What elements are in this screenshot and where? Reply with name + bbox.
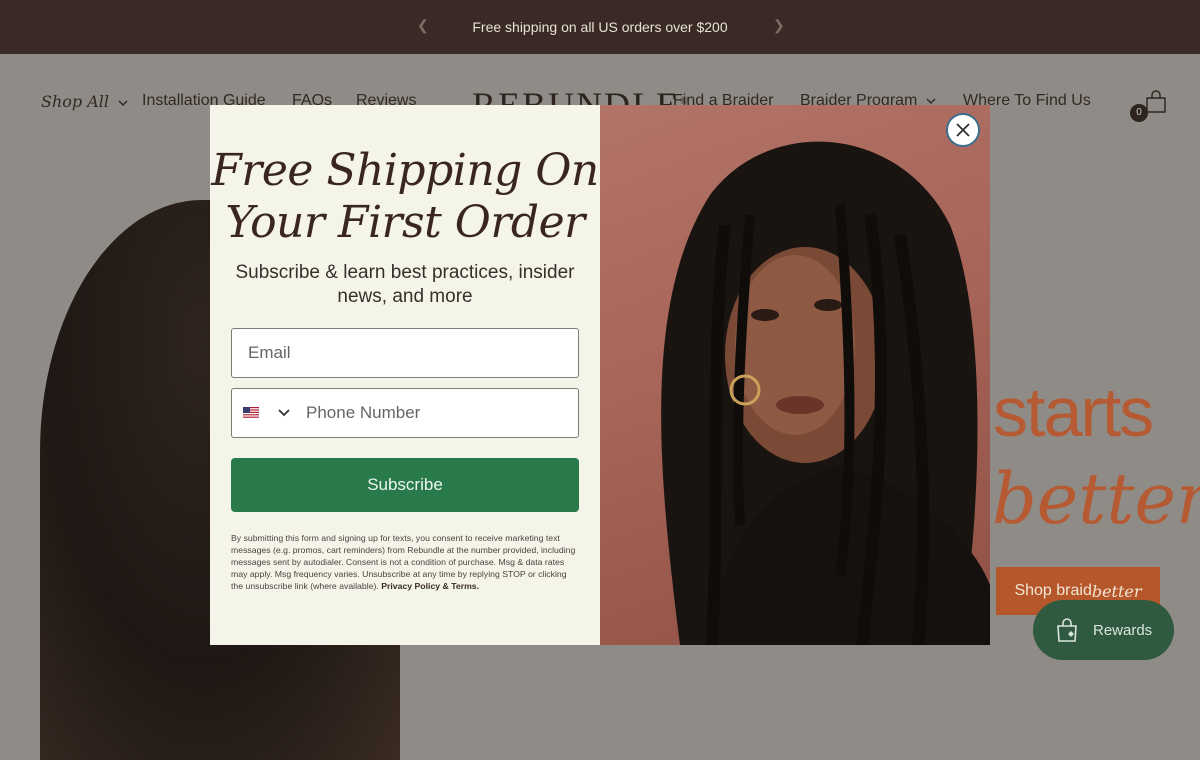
cta-suffix: better xyxy=(1091,581,1142,601)
phone-field xyxy=(231,388,580,438)
signup-modal: Free Shipping On Your First Order Subscr… xyxy=(210,105,990,645)
privacy-policy-link[interactable]: Privacy Policy & Terms. xyxy=(381,581,479,591)
subscribe-button[interactable]: Subscribe xyxy=(231,458,579,512)
legal-disclaimer: By submitting this form and signing up f… xyxy=(231,532,579,592)
modal-title: Free Shipping On Your First Order xyxy=(211,145,599,248)
email-field xyxy=(231,328,579,378)
model-portrait-image xyxy=(661,141,990,645)
modal-subtitle: Subscribe & learn best practices, inside… xyxy=(235,262,575,307)
phone-input[interactable] xyxy=(290,389,580,437)
close-icon xyxy=(956,123,970,137)
hero-headline-line2: better xyxy=(992,458,1200,540)
chevron-left-icon[interactable]: ❮ xyxy=(417,17,429,34)
nav-label: Shop All xyxy=(41,92,110,111)
rewards-label: Rewards xyxy=(1093,621,1153,639)
announcement-bar: ❮ Free shipping on all US orders over $2… xyxy=(0,0,1200,54)
cta-prefix: Shop braid xyxy=(1014,582,1092,599)
nav-shop-all[interactable]: Shop All xyxy=(41,92,128,111)
rewards-button[interactable]: Rewards xyxy=(1033,600,1174,660)
chevron-down-icon xyxy=(926,98,936,104)
announcement-text: Free shipping on all US orders over $200 xyxy=(472,19,728,35)
chevron-right-icon[interactable]: ❯ xyxy=(773,17,785,34)
chevron-down-icon xyxy=(118,100,128,106)
close-modal-button[interactable] xyxy=(946,113,980,147)
hero-headline-line1: starts xyxy=(993,373,1154,451)
modal-image-panel xyxy=(600,105,990,645)
chevron-down-icon[interactable] xyxy=(278,409,290,417)
email-input[interactable] xyxy=(232,329,578,377)
modal-form-panel: Free Shipping On Your First Order Subscr… xyxy=(210,105,600,645)
shopping-bag-icon xyxy=(1057,618,1077,642)
us-flag-icon[interactable] xyxy=(243,407,259,419)
cart-count-badge: 0 xyxy=(1130,104,1148,122)
